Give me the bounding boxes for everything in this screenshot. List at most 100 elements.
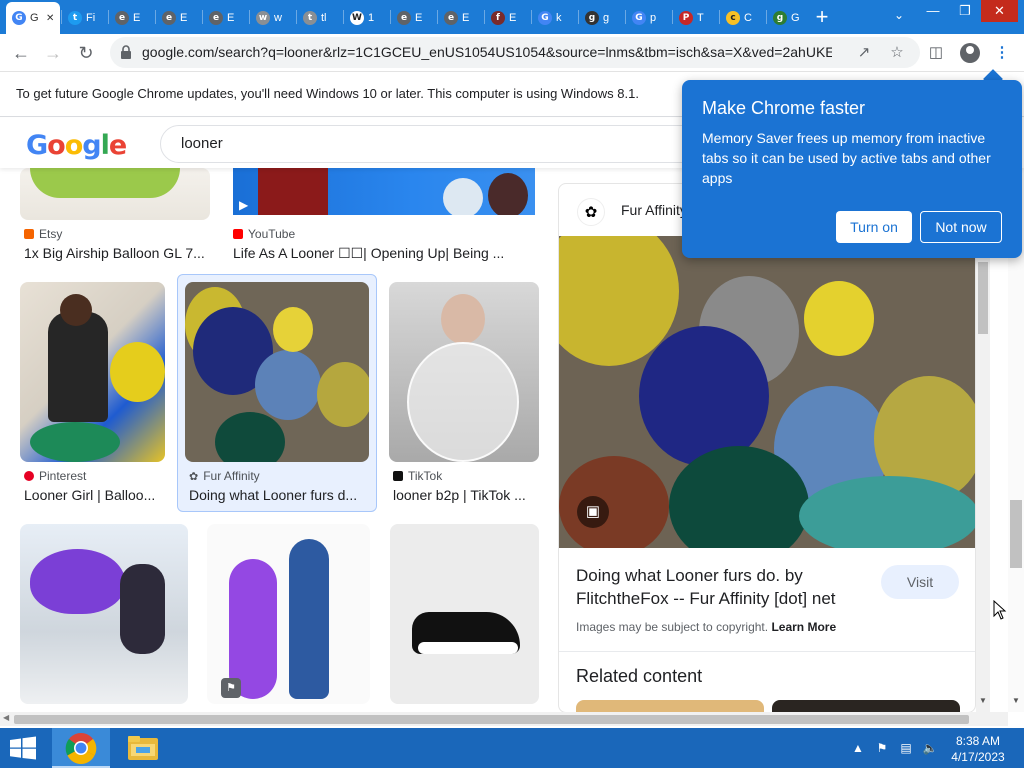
close-window-button[interactable]: ✕ [981,0,1018,22]
popup-body: Memory Saver frees up memory from inacti… [702,130,991,186]
browser-tab[interactable]: gg [579,4,625,32]
not-now-button[interactable]: Not now [920,211,1002,243]
infobar-message: To get future Google Chrome updates, you… [16,86,639,101]
play-icon[interactable]: ▶ [239,198,248,212]
tab-title: C [744,12,752,24]
browser-tab[interactable]: PT [673,4,719,32]
etsy-icon [24,229,34,239]
result-image-youtube[interactable]: ▶ [233,168,535,215]
result-source[interactable]: Pinterest [24,469,86,483]
google-logo[interactable]: Google [26,130,127,161]
tab-close-icon[interactable]: ✕ [46,13,54,24]
taskbar-clock[interactable]: 8:38 AM 4/17/2023 [946,733,1010,765]
logo-letter: e [108,130,127,161]
source-label[interactable]: Etsy [39,227,62,241]
lens-search-icon[interactable]: ▣ [577,496,609,528]
tab-favicon-icon: g [585,11,599,25]
paw-icon[interactable]: ✿ [577,198,605,226]
horizontal-scrollbar-thumb[interactable] [14,715,969,724]
result-title[interactable]: 1x Big Airship Balloon GL 7... [24,245,214,261]
image-figure [60,294,92,326]
panel-title[interactable]: Doing what Looner furs do. by FlitchtheF… [576,564,876,610]
browser-tab[interactable]: Gp [626,4,672,32]
menu-kebab-icon[interactable]: ⋮ [992,43,1012,63]
logo-letter: G [26,130,48,161]
result-title[interactable]: looner b2p | TikTok ... [393,487,538,503]
result-image-furaffinity[interactable] [185,282,369,462]
new-tab-button[interactable]: + [810,6,834,30]
side-panel-icon[interactable]: ◫ [926,43,946,63]
tab-title: Fi [86,12,96,24]
result-title[interactable]: Doing what Looner furs d... [189,487,369,503]
preview-image[interactable] [559,236,975,548]
browser-tab[interactable]: eE [156,4,202,32]
browser-tab[interactable]: eE [109,4,155,32]
result-title[interactable]: Life As A Looner ☐☐| Opening Up| Being .… [233,245,523,262]
forward-arrow-icon[interactable]: → [40,40,66,66]
browser-tab[interactable]: eE [391,4,437,32]
result-image-etsy[interactable] [20,168,210,220]
result-source[interactable]: TikTok [393,469,442,483]
tab-search-chevron-icon[interactable]: ⌄ [890,8,908,26]
search-input[interactable] [181,135,681,152]
profile-avatar-icon[interactable] [960,43,980,63]
browser-tab[interactable]: Gk [532,4,578,32]
address-bar[interactable]: google.com/search?q=looner&rlz=1C1GCEU_e… [110,37,920,68]
image-balloon [255,350,321,420]
scroll-left-arrow-icon[interactable]: ◀ [3,713,9,722]
result-image-purple[interactable]: ⚑ [207,524,370,704]
panel-source[interactable]: Fur Affinity [621,202,687,218]
file-explorer-taskbar-button[interactable] [118,728,168,768]
back-arrow-icon[interactable]: ← [8,40,34,66]
browser-tab[interactable]: cC [720,4,766,32]
network-icon[interactable]: ▤ [898,740,914,756]
result-image-shoe[interactable] [390,524,539,704]
result-source[interactable]: ✿ Fur Affinity [189,469,260,483]
result-source[interactable]: YouTube [233,227,295,241]
url-text[interactable]: google.com/search?q=looner&rlz=1C1GCEU_e… [142,44,832,60]
chrome-taskbar-button[interactable] [52,728,110,768]
source-label[interactable]: YouTube [248,227,295,241]
page-scrollbar-thumb[interactable] [1010,500,1022,568]
browser-tab[interactable]: eE [438,4,484,32]
restore-button[interactable]: ❐ [949,0,981,22]
browser-tab[interactable]: W1 [344,4,390,32]
bookmark-star-icon[interactable]: ☆ [887,43,907,63]
browser-tab[interactable]: ww [250,4,296,32]
source-label[interactable]: Fur Affinity [203,469,259,483]
search-box[interactable] [160,125,720,163]
volume-icon[interactable]: 🔈 [922,740,938,756]
visit-button[interactable]: Visit [881,565,959,599]
windows-start-icon[interactable] [8,736,38,760]
image-balloon [317,362,369,427]
show-hidden-icons-icon[interactable]: ▲ [850,740,866,756]
result-image-pinterest[interactable] [20,282,165,462]
tab-title: g [603,12,610,24]
browser-tab[interactable]: t Fi [62,4,108,32]
panel-scrollbar-thumb[interactable] [978,262,988,334]
image-balloon [443,178,483,215]
browser-tab[interactable]: t tl [297,4,343,32]
tag-icon[interactable]: ⚑ [221,678,241,698]
browser-tab[interactable]: eE [203,4,249,32]
minimize-button[interactable]: — [917,0,949,22]
source-label[interactable]: TikTok [408,469,442,483]
browser-tab[interactable]: gG [767,4,813,32]
scroll-down-arrow-icon[interactable]: ▼ [979,696,987,705]
source-label[interactable]: Pinterest [39,469,86,483]
reload-icon[interactable]: ↻ [73,40,99,66]
turn-on-button[interactable]: Turn on [836,211,912,243]
scroll-down-arrow-icon[interactable]: ▼ [1012,696,1020,705]
share-icon[interactable]: ↗ [854,43,874,63]
action-center-flag-icon[interactable]: ⚑ [874,740,890,756]
result-image-tiktok[interactable] [389,282,539,462]
image-figure [441,294,485,344]
browser-tab[interactable]: fE [485,4,531,32]
result-image-snow[interactable] [20,524,188,704]
learn-more-link[interactable]: Learn More [771,620,836,634]
lock-icon[interactable] [120,45,132,59]
logo-letter: o [47,130,66,161]
result-source[interactable]: Etsy [24,227,62,241]
result-title[interactable]: Looner Girl | Balloo... [24,487,164,503]
browser-tab[interactable]: G G ✕ [6,2,60,34]
